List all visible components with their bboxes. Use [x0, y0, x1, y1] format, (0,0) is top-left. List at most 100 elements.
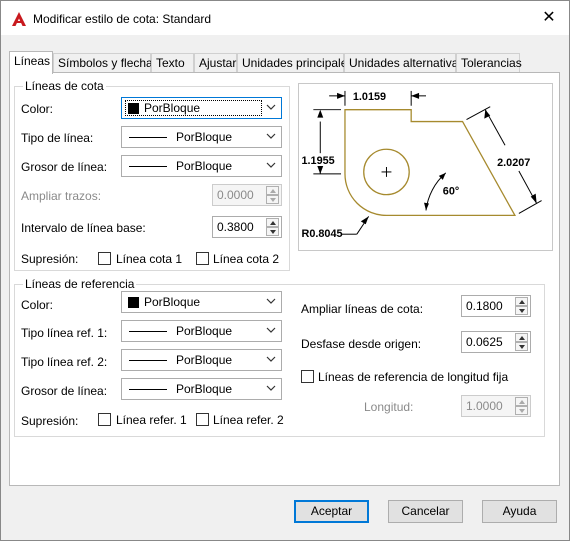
- ext-suppress-label: Supresión:: [21, 414, 79, 428]
- tab-unidades-alternativas[interactable]: Unidades alternativas: [344, 53, 464, 73]
- chevron-down-icon: [266, 356, 276, 362]
- dim-lineweight-select[interactable]: PorBloque: [121, 155, 282, 177]
- line-sample: [129, 389, 167, 390]
- line-sample: [129, 360, 167, 361]
- dim-lines-group-title: Líneas de cota: [23, 79, 106, 93]
- suppress-extline1-checkbox[interactable]: [98, 413, 111, 426]
- tab-unidades-principales[interactable]: Unidades principales: [237, 53, 353, 73]
- help-button[interactable]: Ayuda: [482, 500, 557, 523]
- suppress-extline1-label[interactable]: Línea refer. 1: [116, 413, 187, 427]
- caret-down-icon: [270, 198, 276, 202]
- ext-lines-group-title: Líneas de referencia: [23, 277, 137, 291]
- color-swatch: [128, 297, 139, 308]
- caret-up-icon: [519, 400, 525, 404]
- length-label: Longitud:: [364, 400, 414, 414]
- tab-tolerancias[interactable]: Tolerancias: [456, 53, 522, 73]
- suppress-extline2-checkbox[interactable]: [196, 413, 209, 426]
- ext-extend-spinner[interactable]: 0.1800: [461, 295, 531, 317]
- spin-up-button[interactable]: [515, 397, 528, 406]
- ext-linetype2-value: PorBloque: [176, 353, 233, 367]
- fixed-length-label[interactable]: Líneas de referencia de longitud fija: [318, 370, 508, 384]
- spin-up-button[interactable]: [515, 297, 528, 306]
- length-spinner[interactable]: 1.0000: [461, 395, 531, 417]
- ext-linetype1-select[interactable]: PorBloque: [121, 320, 282, 342]
- ext-lines-group: Líneas de referencia Color: PorBloque Ti…: [14, 277, 545, 437]
- dim-linetype-select[interactable]: PorBloque: [121, 126, 282, 148]
- ext-lineweight-select[interactable]: PorBloque: [121, 378, 282, 400]
- cancel-button[interactable]: Cancelar: [388, 500, 463, 523]
- dim-lineweight-label: Grosor de línea:: [21, 160, 108, 174]
- dim-color-label: Color:: [21, 102, 54, 116]
- focus-rect: [125, 100, 262, 116]
- dialog-window: Modificar estilo de cota: Standard ✕ Lín…: [0, 0, 570, 541]
- suppress-dimline1-checkbox[interactable]: [98, 252, 111, 265]
- preview-angle: 60°: [443, 186, 459, 198]
- suppress-dimline2-label[interactable]: Línea cota 2: [213, 252, 279, 266]
- ext-lineweight-label: Grosor de línea:: [21, 384, 108, 398]
- tab-lineas[interactable]: Líneas: [9, 51, 53, 74]
- chevron-down-icon: [266, 104, 276, 110]
- suppress-dimline1-label[interactable]: Línea cota 1: [116, 252, 182, 266]
- accept-button[interactable]: Aceptar: [294, 500, 369, 523]
- line-sample: [129, 331, 167, 332]
- spin-down-button[interactable]: [515, 342, 528, 351]
- fixed-length-checkbox[interactable]: [301, 370, 314, 383]
- dim-suppress-label: Supresión:: [21, 252, 79, 266]
- ext-offset-label: Desfase desde origen:: [301, 337, 422, 351]
- ext-extend-label: Ampliar líneas de cota:: [301, 302, 424, 316]
- dim-baseline-spinner[interactable]: 0.3800: [212, 216, 282, 238]
- chevron-down-icon: [266, 327, 276, 333]
- preview-dim-left: 1.1955: [301, 155, 334, 167]
- dim-baseline-value: 0.3800: [217, 220, 254, 234]
- spin-up-button[interactable]: [515, 333, 528, 342]
- dim-color-select[interactable]: PorBloque: [121, 97, 282, 119]
- dim-extend-label: Ampliar trazos:: [21, 189, 102, 203]
- dim-lines-group: Líneas de cota Color: PorBloque Tipo de …: [14, 79, 290, 271]
- preview-geometry: [344, 109, 517, 217]
- tab-panel-lineas: Líneas de cota Color: PorBloque Tipo de …: [9, 72, 560, 486]
- suppress-dimline2-checkbox[interactable]: [196, 252, 209, 265]
- dim-lineweight-value: PorBloque: [176, 159, 233, 173]
- ext-linetype2-label: Tipo línea ref. 2:: [21, 355, 108, 369]
- ext-linetype1-value: PorBloque: [176, 324, 233, 338]
- ext-linetype1-label: Tipo línea ref. 1:: [21, 326, 108, 340]
- spin-up-button[interactable]: [266, 218, 279, 227]
- caret-down-icon: [519, 409, 525, 413]
- dim-extend-value: 0.0000: [217, 188, 254, 202]
- ext-offset-spinner[interactable]: 0.0625: [461, 331, 531, 353]
- chevron-down-icon: [266, 385, 276, 391]
- autocad-logo-icon: [12, 12, 26, 26]
- tab-ajustar[interactable]: Ajustar: [194, 53, 237, 73]
- line-sample: [129, 166, 167, 167]
- line-sample: [129, 137, 167, 138]
- close-button[interactable]: ✕: [529, 1, 569, 35]
- chevron-down-icon: [266, 298, 276, 304]
- preview-dim-top: 1.0159: [353, 91, 386, 103]
- ext-offset-value: 0.0625: [466, 335, 503, 349]
- dimension-preview: 1.0159 1.1955 2.0207 60° R0.8045: [298, 83, 553, 251]
- spin-down-button[interactable]: [266, 195, 279, 204]
- ext-color-select[interactable]: PorBloque: [121, 291, 282, 313]
- caret-down-icon: [519, 309, 525, 313]
- caret-down-icon: [270, 230, 276, 234]
- caret-up-icon: [519, 336, 525, 340]
- spin-down-button[interactable]: [266, 227, 279, 236]
- ext-color-label: Color:: [21, 298, 54, 312]
- ext-linetype2-select[interactable]: PorBloque: [121, 349, 282, 371]
- length-value: 1.0000: [466, 399, 503, 413]
- spin-down-button[interactable]: [515, 406, 528, 415]
- ext-lineweight-value: PorBloque: [176, 382, 233, 396]
- spin-down-button[interactable]: [515, 306, 528, 315]
- tab-texto[interactable]: Texto: [151, 53, 194, 73]
- tab-simbolos-flechas[interactable]: Símbolos y flechas: [53, 53, 159, 73]
- ext-extend-value: 0.1800: [466, 299, 503, 313]
- caret-up-icon: [270, 221, 276, 225]
- suppress-extline2-label[interactable]: Línea refer. 2: [213, 413, 284, 427]
- dim-extend-spinner[interactable]: 0.0000: [212, 184, 282, 206]
- caret-up-icon: [270, 189, 276, 193]
- chevron-down-icon: [266, 133, 276, 139]
- dim-linetype-value: PorBloque: [176, 130, 233, 144]
- spin-up-button[interactable]: [266, 186, 279, 195]
- ext-color-value: PorBloque: [144, 295, 201, 309]
- dim-baseline-label: Intervalo de línea base:: [21, 221, 146, 235]
